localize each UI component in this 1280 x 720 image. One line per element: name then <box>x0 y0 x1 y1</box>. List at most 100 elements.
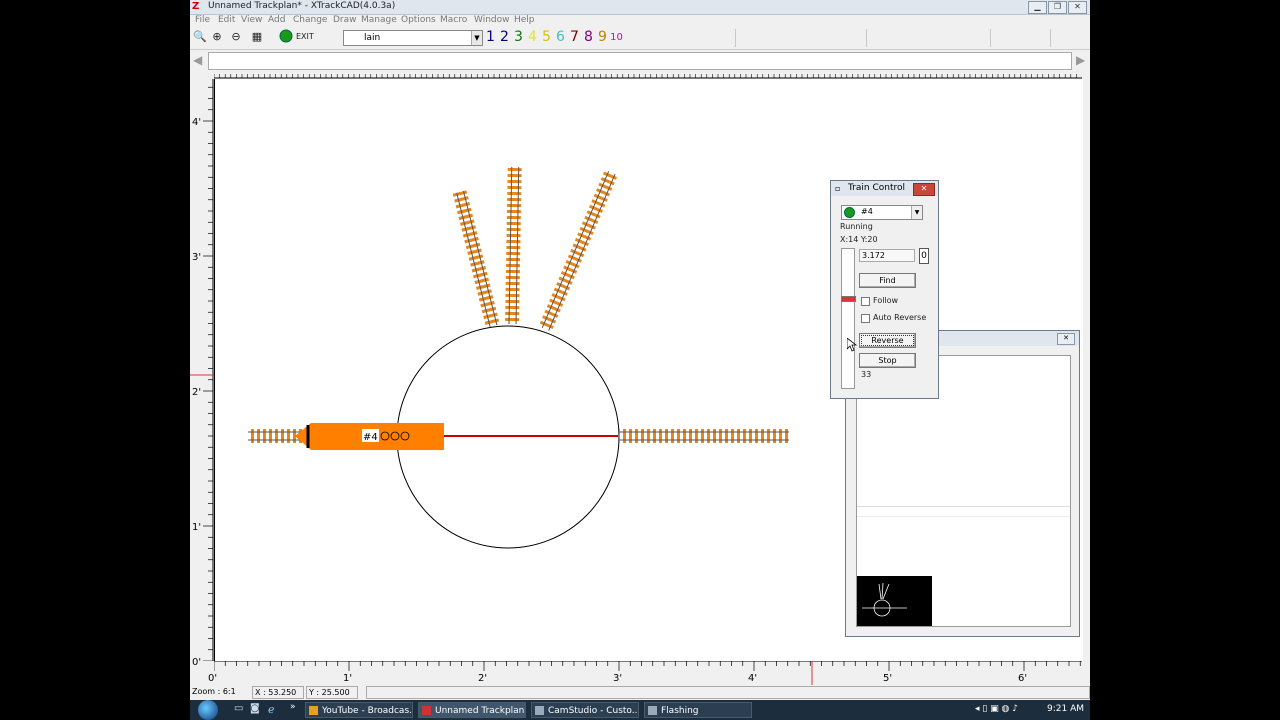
tray-icons: ◂ ▯ ▣ ◍ ♪ <box>975 704 1019 714</box>
layer-button-2[interactable]: 2 <box>498 29 511 46</box>
ruler-label-x2: 2' <box>478 673 488 684</box>
taskbar-item-label: Unnamed Trackplan... <box>435 706 526 716</box>
stall-track-2[interactable] <box>505 166 522 325</box>
green-light-icon <box>844 207 855 218</box>
zoom-icon[interactable]: 🔍 <box>192 29 208 45</box>
x-coordinate: X : 53.250 <box>252 686 304 699</box>
toolbar: 🔍 ⊕ ⊖ ▦ EXIT lain ▼ 1 2 3 4 5 6 7 8 9 10 <box>190 27 1090 50</box>
layer-button-5[interactable]: 5 <box>540 29 553 46</box>
menu-help[interactable]: Help <box>514 15 535 25</box>
title-bar: Z Unnamed Trackplan* - XTrackCAD(4.0.3a)… <box>190 0 1090 15</box>
locomotive[interactable]: #4 <box>295 423 444 450</box>
chevron-down-icon[interactable]: ▼ <box>471 31 482 45</box>
taskbar-item-label: CamStudio - Custo... <box>548 706 639 716</box>
layer-select-value: lain <box>364 33 381 43</box>
close-button[interactable]: ✕ <box>1068 1 1087 14</box>
throttle-slider[interactable] <box>841 248 856 389</box>
map-thumbnail[interactable] <box>857 576 932 626</box>
close-icon[interactable]: ✕ <box>913 183 935 196</box>
app-icon <box>309 706 318 715</box>
layer-button-3[interactable]: 3 <box>512 29 525 46</box>
zoom-in-icon[interactable]: ⊕ <box>209 29 225 45</box>
scroll-right-icon[interactable]: ▶ <box>1076 53 1085 67</box>
locomotive-label: #4 <box>363 432 378 443</box>
taskbar-item[interactable]: Flashing <box>644 702 752 718</box>
message-field <box>208 52 1072 70</box>
ruler-label-4ft: 4' <box>192 117 202 128</box>
window-title: Unnamed Trackplan* - XTrackCAD(4.0.3a) <box>208 1 396 11</box>
follow-checkbox[interactable] <box>861 297 870 306</box>
layer-button-4[interactable]: 4 <box>526 29 539 46</box>
layer-button-1[interactable]: 1 <box>484 29 497 46</box>
layer-button-6[interactable]: 6 <box>554 29 567 46</box>
ruler-label-2ft: 2' <box>192 387 202 398</box>
reverse-button[interactable]: Reverse <box>859 333 916 348</box>
taskbar-item[interactable]: YouTube - Broadcas... <box>305 702 413 718</box>
browser-icon[interactable]: ◙ <box>250 703 260 714</box>
taskbar-item-label: Flashing <box>661 706 699 716</box>
windows-taskbar: ▭ ◙ ℯ » YouTube - Broadcas... Unnamed Tra… <box>190 700 1090 720</box>
speed-unit: 0 <box>919 248 929 264</box>
horizontal-ruler: 0' 1' 2' 3' 4' 5' 6' <box>208 661 1082 685</box>
layer-button-10[interactable]: 10 <box>610 29 623 46</box>
menu-view[interactable]: View <box>241 15 262 25</box>
minimize-button[interactable]: ▁ <box>1028 1 1047 14</box>
layer-select[interactable]: lain ▼ <box>343 30 483 46</box>
grid-icon[interactable]: ▦ <box>249 29 265 45</box>
menu-change[interactable]: Change <box>293 15 327 25</box>
run-icon[interactable] <box>278 29 294 45</box>
show-desktop-icon[interactable]: ▭ <box>234 703 243 714</box>
train-control-title: Train Control <box>848 183 905 193</box>
layer-button-7[interactable]: 7 <box>568 29 581 46</box>
layer-button-8[interactable]: 8 <box>582 29 595 46</box>
taskbar-item[interactable]: CamStudio - Custo... <box>531 702 639 718</box>
ruler-label-3ft: 3' <box>192 252 202 263</box>
taskbar-item-label: YouTube - Broadcas... <box>322 706 413 716</box>
app-icon <box>422 706 431 715</box>
train-select-value: #4 <box>861 207 873 216</box>
scroll-left-icon[interactable]: ◀ <box>193 53 202 67</box>
menu-file[interactable]: File <box>195 15 210 25</box>
green-light-icon <box>279 29 293 43</box>
start-button[interactable] <box>198 700 218 720</box>
vertical-ruler: 4' 3' 2' 1' 0' <box>190 79 214 668</box>
menu-window[interactable]: Window <box>474 15 510 25</box>
taskbar-item[interactable]: Unnamed Trackplan... <box>418 702 526 718</box>
map-close-button[interactable]: ✕ <box>1057 333 1075 345</box>
right-track[interactable] <box>619 429 789 443</box>
chevron-down-icon[interactable]: ▼ <box>911 206 922 219</box>
menu-options[interactable]: Options <box>401 15 436 25</box>
stall-track-3[interactable] <box>538 169 618 332</box>
exit-button[interactable]: EXIT <box>296 29 314 45</box>
ruler-label-x0: 0' <box>208 673 218 684</box>
clock: 9:21 AM <box>1047 704 1084 714</box>
status-bar: Zoom : 6:1 X : 53.250 Y : 25.500 <box>190 685 1090 699</box>
app-icon <box>648 706 657 715</box>
ruler-label-x5: 5' <box>883 673 893 684</box>
zoom-out-icon[interactable]: ⊖ <box>228 29 244 45</box>
train-status: Running <box>840 222 873 231</box>
speed-field: 3.172 <box>859 249 915 262</box>
menu-add[interactable]: Add <box>268 15 285 25</box>
menu-edit[interactable]: Edit <box>218 15 235 25</box>
train-select[interactable]: #4 ▼ <box>841 205 923 220</box>
throttle-value: 33 <box>861 370 872 379</box>
find-button[interactable]: Find <box>859 273 916 288</box>
menu-macro[interactable]: Macro <box>440 15 467 25</box>
auto-reverse-label: Auto Reverse <box>873 313 927 322</box>
layer-button-9[interactable]: 9 <box>596 29 609 46</box>
menu-manage[interactable]: Manage <box>361 15 397 25</box>
ruler-label-x1: 1' <box>343 673 353 684</box>
stop-button[interactable]: Stop <box>859 353 916 368</box>
ruler-label-x3: 3' <box>613 673 623 684</box>
throttle-thumb[interactable] <box>841 296 856 302</box>
train-control-title-bar: ▫ Train Control ✕ <box>831 181 938 196</box>
auto-reverse-checkbox[interactable] <box>861 314 870 323</box>
train-position: X:14 Y:20 <box>840 235 878 244</box>
internet-explorer-icon[interactable]: ℯ <box>268 703 275 716</box>
ruler-label-1ft: 1' <box>192 522 202 533</box>
ruler-label-0ft: 0' <box>192 657 202 668</box>
restore-button[interactable]: ❐ <box>1048 1 1067 14</box>
quicklaunch-more-icon[interactable]: » <box>290 702 296 712</box>
menu-draw[interactable]: Draw <box>333 15 357 25</box>
